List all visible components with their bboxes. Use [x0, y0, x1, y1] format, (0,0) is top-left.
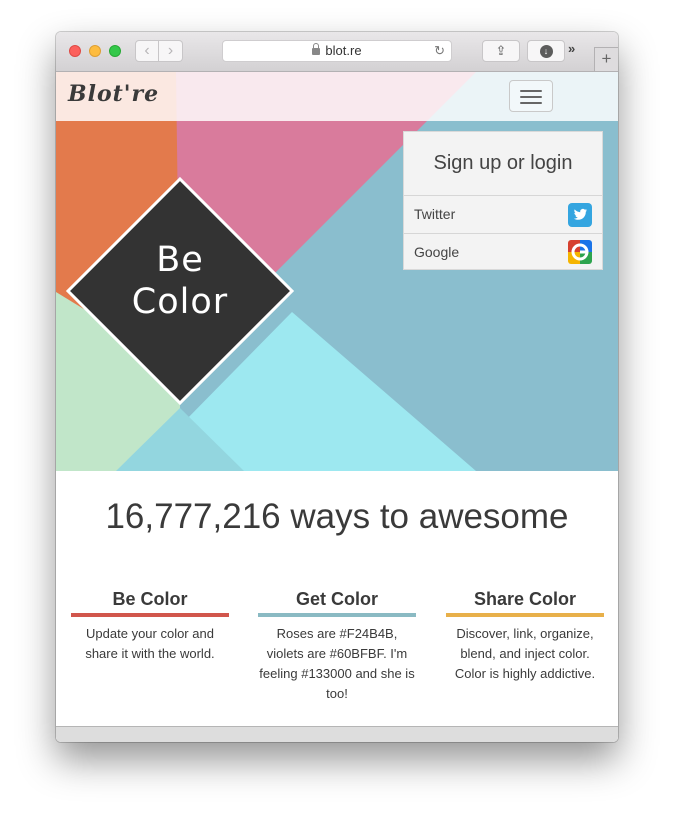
twitter-icon — [568, 203, 592, 227]
lock-icon — [312, 43, 321, 55]
hero-tagline: Be Color — [131, 240, 229, 322]
reload-icon[interactable]: ↻ — [434, 41, 445, 61]
login-panel: Sign up or login Twitter Google — [403, 131, 603, 270]
feature-get-color: Get Color Roses are #F24B4B, violets are… — [258, 589, 416, 704]
new-tab-button[interactable]: + — [594, 47, 618, 71]
login-google-button[interactable]: Google — [404, 234, 602, 271]
feature-text: Update your color and share it with the … — [85, 626, 215, 661]
feature-be-color: Be Color Update your color and share it … — [71, 589, 229, 664]
feature-accent-bar — [258, 613, 416, 617]
login-title: Sign up or login — [404, 132, 602, 196]
share-button[interactable]: ⇪ — [482, 40, 520, 62]
close-window-button[interactable] — [69, 45, 81, 57]
address-bar[interactable]: blot.re ↻ — [222, 40, 452, 62]
login-twitter-label: Twitter — [414, 206, 456, 222]
browser-toolbar: ‹ › blot.re ↻ ⇪ ↓ » + — [56, 32, 618, 72]
browser-window: ‹ › blot.re ↻ ⇪ ↓ » + Be Color Blot're S… — [56, 32, 618, 742]
feature-title: Get Color — [295, 589, 378, 609]
google-icon — [568, 240, 592, 264]
site-navbar: Blot're — [56, 72, 618, 121]
downloads-button[interactable]: ↓ — [527, 40, 565, 62]
share-icon: ⇪ — [495, 43, 507, 58]
feature-title: Share Color — [473, 589, 577, 609]
login-twitter-button[interactable]: Twitter — [404, 196, 602, 234]
login-google-label: Google — [414, 244, 460, 260]
feature-text: Roses are #F24B4B, violets are #60BFBF. … — [259, 626, 415, 701]
minimize-window-button[interactable] — [89, 45, 101, 57]
chevron-right-icon: › — [167, 42, 174, 59]
toolbar-overflow-button[interactable]: » — [568, 41, 575, 56]
url-text: blot.re — [325, 43, 362, 58]
feature-share-color: Share Color Discover, link, organize, bl… — [446, 589, 604, 684]
chevron-left-icon: ‹ — [144, 42, 150, 59]
feature-title: Be Color — [112, 589, 188, 609]
feature-accent-bar — [446, 613, 604, 617]
page-bottom-edge — [56, 726, 618, 742]
feature-text: Discover, link, organize, blend, and inj… — [454, 626, 596, 681]
web-page: Be Color Blot're Sign up or login Twitte… — [56, 72, 618, 742]
main-headline: 16,777,216 ways to awesome — [105, 497, 569, 536]
feature-accent-bar — [71, 613, 229, 617]
zoom-window-button[interactable] — [109, 45, 121, 57]
download-icon: ↓ — [539, 45, 553, 59]
forward-button[interactable]: › — [159, 40, 183, 62]
hamburger-icon — [520, 90, 542, 92]
site-logo[interactable]: Blot're — [68, 81, 159, 107]
back-button[interactable]: ‹ — [135, 40, 159, 62]
menu-toggle-button[interactable] — [509, 80, 553, 112]
